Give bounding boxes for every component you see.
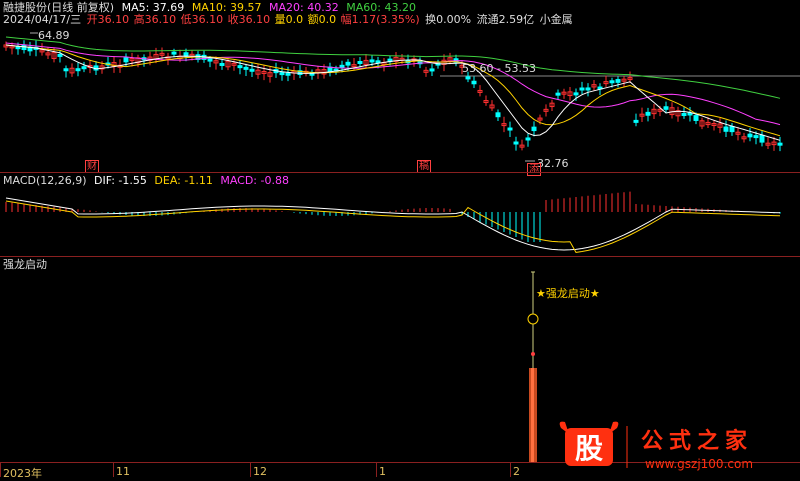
- candle-body: [513, 141, 519, 145]
- candle-body: [615, 79, 621, 83]
- axis-tick: [376, 463, 377, 477]
- axis-tick: [113, 463, 114, 477]
- candle-body: [471, 80, 477, 85]
- candle-body: [57, 53, 63, 57]
- candle-body: [681, 113, 687, 117]
- candle-body: [285, 72, 291, 76]
- candle-body: [531, 126, 537, 132]
- candle-body: [207, 58, 213, 62]
- axis-tick: [250, 463, 251, 477]
- candle-body: [555, 92, 561, 96]
- signal-label: ★强龙启动★: [536, 287, 600, 300]
- candle-body: [171, 51, 177, 55]
- candle-body: [645, 111, 651, 116]
- macd-chart[interactable]: [0, 172, 800, 256]
- candle-body: [753, 135, 759, 139]
- axis-label-2023: 2023年: [3, 467, 42, 480]
- candle-body: [63, 68, 69, 72]
- candle-body: [249, 68, 255, 72]
- candle-body: [663, 106, 669, 110]
- axis-label-11: 11: [116, 465, 130, 478]
- candle-body: [759, 134, 765, 143]
- low-price-label: 32.76: [537, 157, 569, 170]
- candle-body: [375, 60, 381, 64]
- candle-body: [279, 72, 285, 76]
- candle-body: [585, 87, 591, 91]
- candle-body: [729, 126, 735, 133]
- candle-body: [693, 115, 699, 121]
- high-price-label: 64.89: [38, 29, 70, 42]
- watermark-logo: 股 公式之家 www.gszj100.com: [559, 421, 753, 471]
- candle-body: [609, 80, 615, 84]
- candle-body: [723, 126, 729, 132]
- axis-tick: [510, 463, 511, 477]
- watermark-title: 公式之家: [641, 428, 753, 454]
- candle-body: [243, 66, 249, 70]
- candle-body: [495, 112, 501, 118]
- kline-pane[interactable]: 融捷股份(日线 前复权) MA5: 37.69 MA10: 39.57 MA20…: [0, 0, 800, 176]
- candle-body: [123, 57, 129, 63]
- coin-icon: [527, 313, 539, 325]
- candle-body: [525, 137, 531, 141]
- candle-body: [369, 59, 375, 63]
- dea-line: [5, 200, 781, 253]
- ma5-line: [5, 44, 781, 141]
- candle-body: [429, 68, 435, 72]
- ma10-line: [5, 44, 781, 137]
- axis-label-12: 12: [253, 465, 267, 478]
- candle-body: [339, 64, 345, 68]
- candle-body: [75, 68, 81, 72]
- candle-body: [507, 127, 513, 131]
- candle-body: [777, 142, 783, 146]
- candle-body: [81, 66, 87, 70]
- axis-label-1: 1: [379, 465, 386, 478]
- candle-body: [345, 61, 351, 66]
- candle-body: [747, 133, 753, 138]
- candle-body: [219, 62, 225, 66]
- signal-dot-icon: [531, 352, 535, 356]
- candle-body: [357, 61, 363, 65]
- candle-body: [15, 46, 21, 50]
- watermark-url: www.gszj100.com: [645, 457, 753, 471]
- axis-tick: [0, 463, 1, 477]
- candle-body: [465, 76, 471, 80]
- watermark-logo-glyph: 股: [575, 432, 603, 465]
- watermark: 股 公式之家 www.gszj100.com: [555, 418, 795, 474]
- signal-bar-highlight: [531, 368, 534, 462]
- axis-label-2: 2: [513, 465, 520, 478]
- range-label: 53.60 - 53.53: [462, 62, 536, 75]
- candle-body: [579, 87, 585, 91]
- dif-line: [5, 197, 781, 251]
- macd-pane[interactable]: MACD(12,26,9) DIF: -1.55 DEA: -1.11 MACD…: [0, 172, 800, 256]
- candle-body: [237, 65, 243, 69]
- candle-body: [633, 119, 639, 123]
- kline-chart[interactable]: [0, 0, 800, 172]
- candle-body: [573, 92, 579, 96]
- ma20-line: [5, 42, 781, 126]
